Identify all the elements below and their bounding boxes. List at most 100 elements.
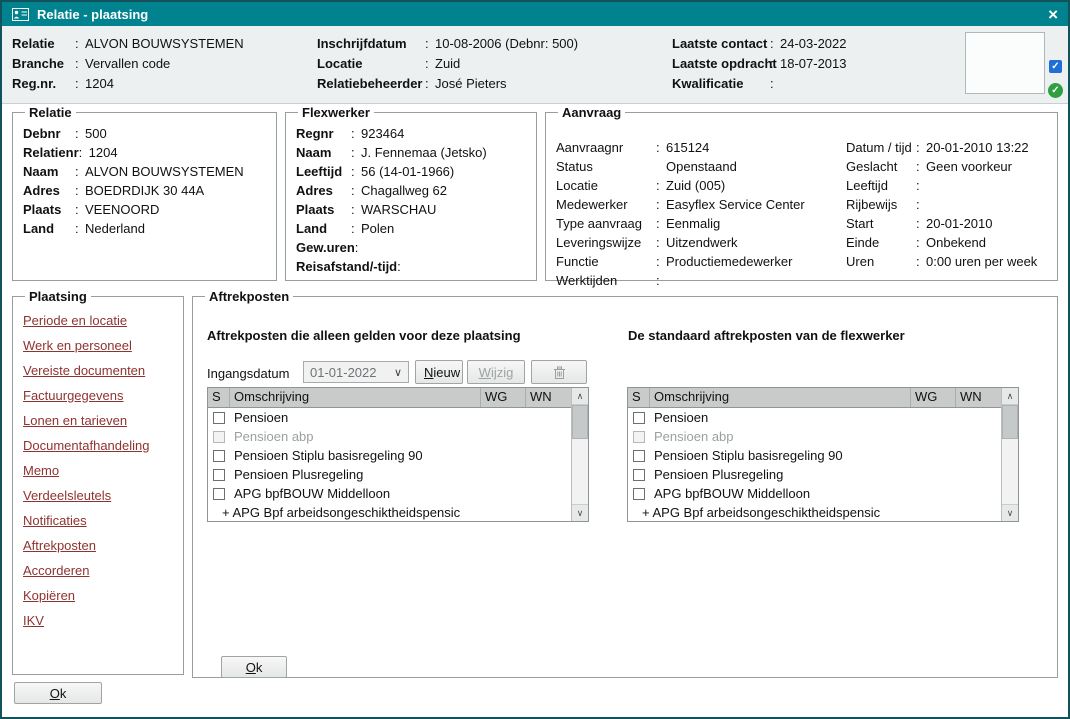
sidebar-item-accorderen[interactable]: Accorderen [23, 558, 173, 583]
delete-button[interactable] [531, 360, 587, 384]
list-item[interactable]: APG bpfBOUW Middelloon [628, 484, 1001, 503]
checkbox[interactable] [213, 412, 225, 424]
scrollbar-thumb[interactable] [1002, 405, 1018, 439]
aanvraag-left-column: Aanvraagnr:615124 StatusOpenstaand Locat… [556, 138, 805, 290]
vertical-scrollbar[interactable]: ∧ ∨ [571, 388, 588, 521]
checkbox[interactable] [213, 431, 225, 443]
field-value: 0:00 uren per week [926, 254, 1037, 269]
list-item[interactable]: Pensioen [628, 408, 1001, 427]
list-item[interactable]: Pensioen abp [208, 427, 571, 446]
sidebar-item-factuurgegevens[interactable]: Factuurgegevens [23, 383, 173, 408]
wijzig-button[interactable]: Wijzig [467, 360, 525, 384]
aftrekposten-ok-button[interactable]: Ok [221, 656, 287, 678]
scrollbar-thumb[interactable] [572, 405, 588, 439]
field-label: Adres [296, 181, 351, 200]
list-item[interactable]: Pensioen Plusregeling [208, 465, 571, 484]
field-label: Locatie [556, 176, 656, 195]
colon: : [916, 252, 926, 271]
close-icon[interactable]: × [1048, 6, 1058, 23]
colon: : [351, 181, 361, 200]
sidebar-item-verdeelsleutels[interactable]: Verdeelsleutels [23, 483, 173, 508]
field-value: 56 (14-01-1966) [361, 164, 454, 179]
header-field: Locatie:Zuid [317, 54, 578, 74]
checkbox[interactable] [633, 450, 645, 462]
header-field: Relatie:ALVON BOUWSYSTEMEN [12, 34, 244, 54]
field-label: Naam [23, 162, 75, 181]
field: Rijbewijs: [846, 195, 1037, 214]
title-bar: Relatie - plaatsing × [2, 2, 1068, 26]
sidebar-item-notificaties[interactable]: Notificaties [23, 508, 173, 533]
colon: : [916, 138, 926, 157]
field-label: Aanvraagnr [556, 138, 656, 157]
colon: : [656, 138, 666, 157]
colon: : [75, 34, 85, 54]
table-body: Pensioen Pensioen abp Pensioen Stiplu ba… [208, 408, 571, 521]
checkbox[interactable] [213, 469, 225, 481]
list-item[interactable]: Pensioen [208, 408, 571, 427]
checkbox[interactable] [633, 488, 645, 500]
field: Gew.uren: [296, 238, 526, 257]
checkbox[interactable] [213, 488, 225, 500]
checkbox[interactable] [213, 450, 225, 462]
blue-check-icon: ✓ [1049, 60, 1062, 73]
plaatsing-aftrekposten-title: Aftrekposten die alleen gelden voor deze… [207, 328, 521, 343]
field-label: Locatie [317, 54, 425, 74]
nieuw-button[interactable]: Nieuw [415, 360, 463, 384]
field: Leveringswijze:Uitzendwerk [556, 233, 805, 252]
sidebar-item-ikv[interactable]: IKV [23, 608, 173, 633]
row-label: + APG Bpf arbeidsongeschiktheidspensic [222, 505, 460, 520]
field-value: ALVON BOUWSYSTEMEN [85, 36, 244, 51]
ingangsdatum-label: Ingangsdatum [207, 363, 289, 385]
sidebar-item-kopieren[interactable]: Kopiëren [23, 583, 173, 608]
row-label: Pensioen [654, 410, 708, 425]
colon: : [397, 257, 407, 276]
checkbox[interactable] [633, 469, 645, 481]
colon: : [75, 200, 85, 219]
colon: : [355, 238, 365, 257]
colon: : [916, 195, 926, 214]
field-label: Start [846, 214, 916, 233]
field-label: Gew.uren [296, 238, 355, 257]
sidebar-item-lonen-en-tarieven[interactable]: Lonen en tarieven [23, 408, 173, 433]
list-item[interactable]: + APG Bpf arbeidsongeschiktheidspensic [628, 503, 1001, 521]
list-item[interactable]: Pensioen Stiplu basisregeling 90 [208, 446, 571, 465]
colon: : [916, 233, 926, 252]
sidebar-item-aftrekposten[interactable]: Aftrekposten [23, 533, 173, 558]
list-item[interactable]: Pensioen Stiplu basisregeling 90 [628, 446, 1001, 465]
field-value: Polen [361, 221, 394, 236]
field-label: Geslacht [846, 157, 916, 176]
checkbox[interactable] [633, 431, 645, 443]
colon: : [656, 214, 666, 233]
checkbox[interactable] [633, 412, 645, 424]
green-check-icon: ✓ [1048, 83, 1063, 98]
field-label: Relatiebeheerder [317, 74, 425, 94]
ingangsdatum-select[interactable]: 01-01-2022 ∨ [303, 361, 409, 383]
field: Start:20-01-2010 [846, 214, 1037, 233]
colon: : [656, 195, 666, 214]
vertical-scrollbar[interactable]: ∧ ∨ [1001, 388, 1018, 521]
scroll-down-icon[interactable]: ∨ [1002, 504, 1018, 521]
ok-button[interactable]: Ok [14, 682, 102, 704]
colon: : [770, 54, 780, 74]
field-label: Kwalificatie [672, 74, 770, 94]
list-item[interactable]: Pensioen abp [628, 427, 1001, 446]
field-label: Relatie [12, 34, 75, 54]
sidebar-item-documentafhandeling[interactable]: Documentafhandeling [23, 433, 173, 458]
scroll-up-icon[interactable]: ∧ [572, 388, 588, 405]
relatie-legend: Relatie [25, 105, 76, 120]
sidebar-item-werk-en-personeel[interactable]: Werk en personeel [23, 333, 173, 358]
field-label: Datum / tijd [846, 138, 916, 157]
list-item[interactable]: Pensioen Plusregeling [628, 465, 1001, 484]
field: Plaats:VEENOORD [23, 200, 266, 219]
sidebar-item-periode-en-locatie[interactable]: Periode en locatie [23, 308, 173, 333]
list-item[interactable]: + APG Bpf arbeidsongeschiktheidspensic [208, 503, 571, 521]
scroll-down-icon[interactable]: ∨ [572, 504, 588, 521]
field-value: Geen voorkeur [926, 159, 1012, 174]
scroll-up-icon[interactable]: ∧ [1002, 388, 1018, 405]
field: Naam:ALVON BOUWSYSTEMEN [23, 162, 266, 181]
sidebar-item-memo[interactable]: Memo [23, 458, 173, 483]
sidebar-item-vereiste-documenten[interactable]: Vereiste documenten [23, 358, 173, 383]
chevron-down-icon: ∨ [394, 366, 402, 379]
column-header-omschrijving: Omschrijving [230, 388, 481, 407]
list-item[interactable]: APG bpfBOUW Middelloon [208, 484, 571, 503]
